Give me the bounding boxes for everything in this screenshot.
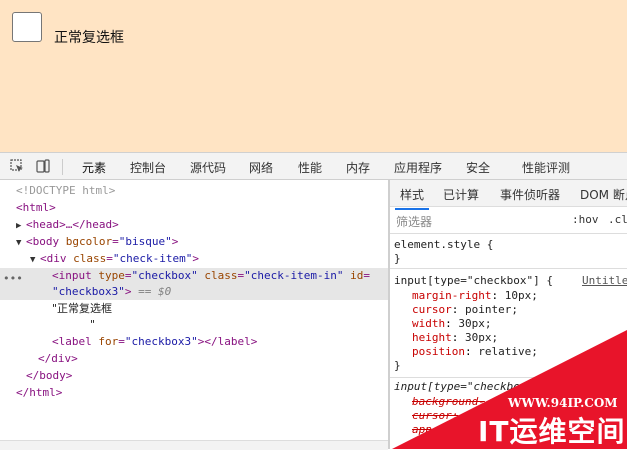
css-property[interactable]: height: 30px; [412, 331, 498, 345]
css-property[interactable]: cursor: pointer; [412, 303, 518, 317]
cls-toggle[interactable]: .cls [608, 213, 627, 226]
tab-console[interactable]: 控制台 [130, 159, 166, 176]
css-property[interactable]: width: 30px; [412, 317, 492, 331]
tab-styles[interactable]: 样式 [394, 186, 430, 210]
dom-html-open[interactable]: <html> [16, 200, 56, 216]
device-toolbar-icon[interactable] [36, 159, 50, 173]
css-property[interactable]: margin-right: 10px; [412, 289, 538, 303]
watermark-url: WWW.94IP.COM [508, 396, 618, 410]
tabbar-separator [62, 159, 63, 175]
styles-filter-row: 筛选器 :hov .cls [390, 207, 627, 234]
watermark-brand: IT运维空间 [478, 415, 626, 448]
dom-input[interactable]: <input type="checkbox" class="check-item… [52, 268, 370, 284]
filter-input[interactable]: 筛选器 [396, 213, 432, 230]
tab-elements[interactable]: 元素 [75, 159, 113, 183]
tab-dom-breakpoints[interactable]: DOM 断点 [580, 186, 627, 203]
dom-body[interactable]: ▼ <body bgcolor="bisque"> [16, 234, 178, 250]
dom-input-cont[interactable]: "checkbox3"> == $0 [52, 284, 171, 300]
collapse-triangle-icon[interactable]: ▼ [16, 235, 26, 251]
dom-doctype[interactable]: <!DOCTYPE html> [16, 183, 115, 199]
collapse-triangle-icon[interactable]: ▼ [30, 252, 40, 268]
checkbox-label: 正常复选框 [54, 30, 124, 46]
dom-div-close[interactable]: </div> [38, 351, 78, 367]
hov-toggle[interactable]: :hov [572, 213, 599, 226]
tab-security[interactable]: 安全 [466, 159, 490, 176]
elements-panel: ••• <!DOCTYPE html> <html> ▶ <head>…</hea… [0, 180, 388, 449]
dom-label[interactable]: <label for="checkbox3"></label> [52, 334, 257, 350]
dom-text-node[interactable]: "正常复选框 [52, 301, 112, 317]
css-property[interactable]: cursor: [412, 409, 458, 423]
node-actions-dots[interactable]: ••• [3, 272, 23, 285]
expand-triangle-icon[interactable]: ▶ [16, 218, 26, 234]
dom-div[interactable]: ▼ <div class="check-item"> [30, 251, 199, 267]
tab-lighthouse[interactable]: 性能评测 [522, 159, 570, 176]
tab-network[interactable]: 网络 [249, 159, 273, 176]
tab-performance[interactable]: 性能 [298, 159, 322, 176]
css-property[interactable]: app [412, 423, 432, 437]
dom-text-node-end: " [90, 318, 96, 331]
devtools-tabbar: 元素 控制台 源代码 网络 性能 内存 应用程序 安全 性能评测 [0, 152, 627, 183]
css-property[interactable]: position: relative; [412, 345, 538, 359]
tab-computed[interactable]: 已计算 [443, 186, 479, 203]
dom-head[interactable]: ▶ <head>…</head> [16, 217, 119, 233]
checkbox[interactable] [12, 12, 42, 42]
element-style-rule[interactable]: element.style { } [390, 234, 627, 269]
rule-source-link[interactable]: Untitle [582, 274, 627, 287]
styles-tabbar: 样式 已计算 事件侦听器 DOM 断点 [390, 180, 627, 210]
tab-memory[interactable]: 内存 [346, 159, 370, 176]
dom-body-close[interactable]: </body> [26, 368, 72, 384]
tab-event-listeners[interactable]: 事件侦听器 [500, 186, 560, 203]
page-viewport: 正常复选框 [0, 0, 627, 152]
tab-sources[interactable]: 源代码 [190, 159, 226, 176]
tab-application[interactable]: 应用程序 [394, 159, 442, 176]
inspect-element-icon[interactable] [10, 159, 24, 173]
checkbox-style-rule[interactable]: input[type="checkbox"] { Untitle margin-… [390, 269, 627, 378]
css-property[interactable]: background- [412, 395, 485, 409]
dom-html-close[interactable]: </html> [16, 385, 62, 401]
